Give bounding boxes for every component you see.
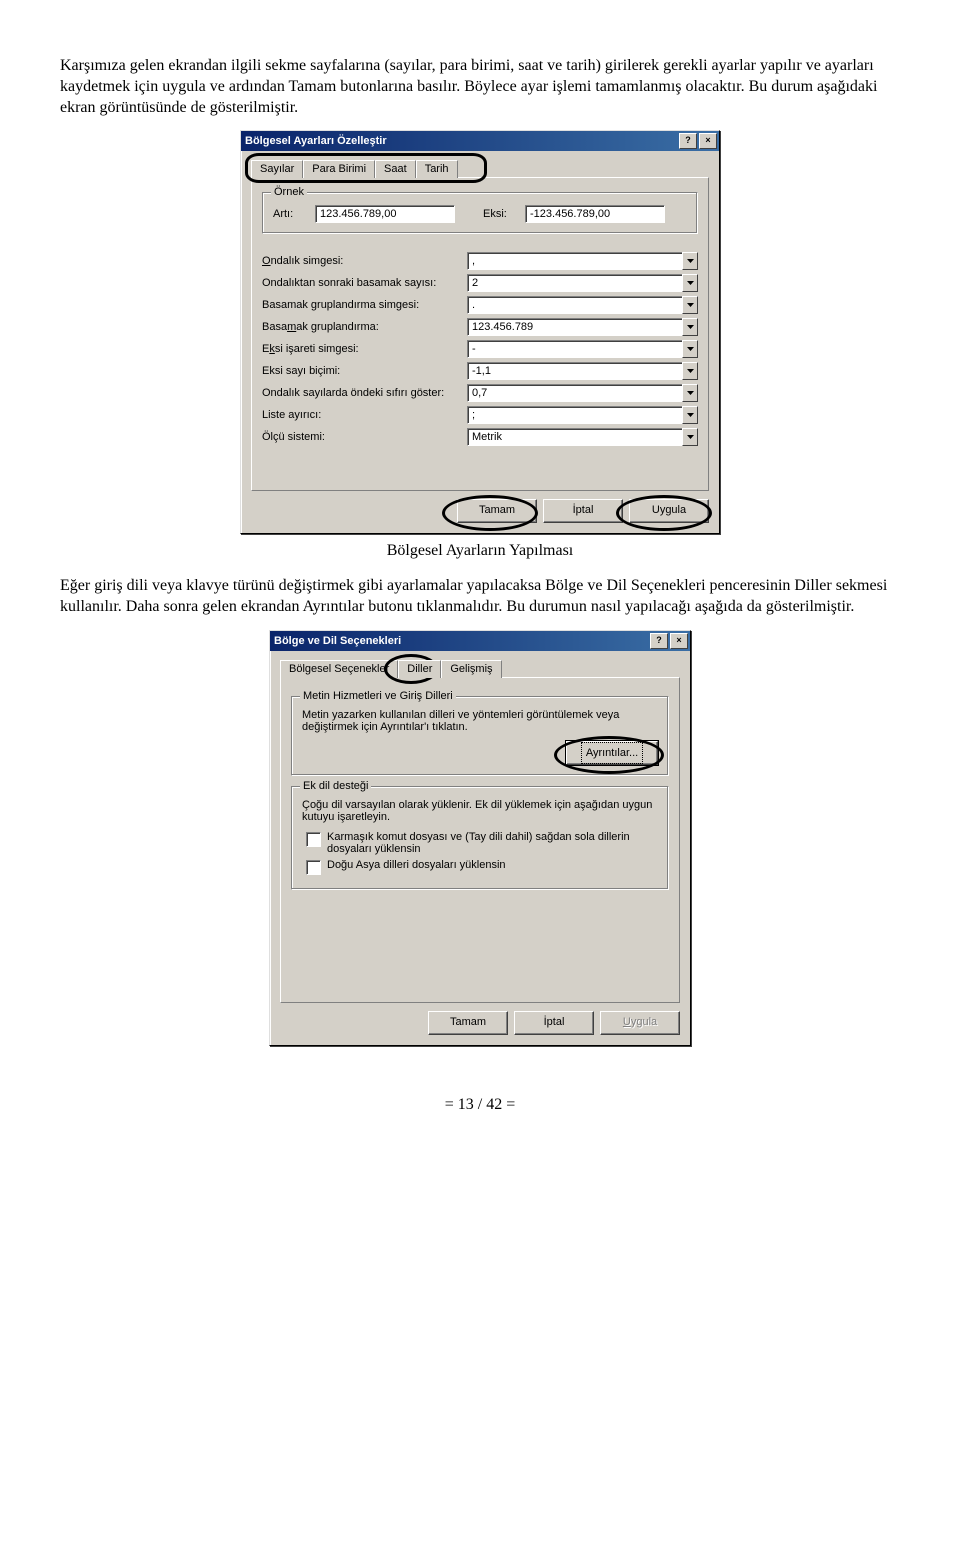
chevron-down-icon[interactable] (682, 340, 698, 358)
list-separator-label: Liste ayırıcı: (262, 409, 467, 421)
decimal-symbol-label: Ondalık simgesi: (262, 255, 467, 267)
grouping-symbol-combo[interactable]: . (467, 296, 698, 314)
tab-advanced[interactable]: Gelişmiş (441, 660, 501, 678)
ok-button[interactable]: Tamam (457, 499, 537, 523)
cancel-button[interactable]: İptal (514, 1011, 594, 1035)
digit-grouping-label: Basamak gruplandırma: (262, 321, 467, 333)
additional-lang-title: Ek dil desteği (300, 780, 371, 792)
additional-lang-desc: Çoğu dil varsayılan olarak yüklenir. Ek … (302, 799, 658, 823)
negative-sample: -123.456.789,00 (525, 205, 665, 223)
complex-script-label: Karmaşık komut dosyası ve (Tay dili dahi… (327, 831, 658, 855)
help-icon[interactable]: ? (679, 133, 697, 149)
negative-label: Eksi: (483, 208, 519, 220)
chevron-down-icon[interactable] (682, 428, 698, 446)
negative-format-combo[interactable]: -1,1 (467, 362, 698, 380)
decimal-digits-combo[interactable]: 2 (467, 274, 698, 292)
tab-strip: Bölgesel Seçenekler Diller Gelişmiş (280, 660, 680, 678)
intro-paragraph-1: Karşımıza gelen ekrandan ilgili sekme sa… (60, 56, 900, 118)
chevron-down-icon[interactable] (682, 406, 698, 424)
positive-label: Artı: (273, 208, 309, 220)
text-services-group: Metin Hizmetleri ve Giriş Dilleri Metin … (291, 696, 669, 776)
tab-date[interactable]: Tarih (416, 160, 458, 178)
positive-sample: 123.456.789,00 (315, 205, 455, 223)
region-language-dialog: Bölge ve Dil Seçenekleri ? × Bölgesel Se… (269, 630, 691, 1046)
figure-caption-1: Bölgesel Ayarların Yapılması (60, 542, 900, 560)
chevron-down-icon[interactable] (682, 362, 698, 380)
chevron-down-icon[interactable] (682, 252, 698, 270)
grouping-symbol-label: Basamak gruplandırma simgesi: (262, 299, 467, 311)
negative-format-label: Eksi sayı biçimi: (262, 365, 467, 377)
tab-regional-options[interactable]: Bölgesel Seçenekler (280, 660, 398, 678)
tab-currency[interactable]: Para Birimi (303, 160, 375, 178)
page-footer: = 13 / 42 = (60, 1096, 900, 1114)
complex-script-checkbox-row[interactable]: Karmaşık komut dosyası ve (Tay dili dahi… (306, 831, 658, 855)
negative-sign-label: Eksi işareti simgesi: (262, 343, 467, 355)
decimal-digits-label: Ondalıktan sonraki basamak sayısı: (262, 277, 467, 289)
ok-button[interactable]: Tamam (428, 1011, 508, 1035)
regional-customize-dialog: Bölgesel Ayarları Özelleştir ? × Sayılar… (240, 130, 720, 534)
digit-grouping-combo[interactable]: 123.456.789 (467, 318, 698, 336)
tab-strip: Sayılar Para Birimi Saat Tarih (251, 160, 709, 178)
measurement-label: Ölçü sistemi: (262, 431, 467, 443)
chevron-down-icon[interactable] (682, 384, 698, 402)
help-icon[interactable]: ? (650, 633, 668, 649)
chevron-down-icon[interactable] (682, 274, 698, 292)
tab-languages[interactable]: Diller (398, 660, 441, 678)
leading-zero-label: Ondalık sayılarda öndeki sıfırı göster: (262, 387, 467, 399)
text-services-desc: Metin yazarken kullanılan dilleri ve yön… (302, 709, 658, 733)
east-asian-checkbox-row[interactable]: Doğu Asya dilleri dosyaları yüklensin (306, 859, 658, 875)
tab-time[interactable]: Saat (375, 160, 416, 178)
text-services-title: Metin Hizmetleri ve Giriş Dilleri (300, 690, 456, 702)
negative-sign-combo[interactable]: - (467, 340, 698, 358)
sample-group: Örnek Artı: 123.456.789,00 Eksi: -123.45… (262, 192, 698, 234)
apply-button[interactable]: Uygula (600, 1011, 680, 1035)
close-icon[interactable]: × (670, 633, 688, 649)
intro-paragraph-2: Eğer giriş dili veya klavye türünü değiş… (60, 576, 900, 618)
chevron-down-icon[interactable] (682, 296, 698, 314)
list-separator-combo[interactable]: ; (467, 406, 698, 424)
sample-group-title: Örnek (271, 186, 307, 198)
chevron-down-icon[interactable] (682, 318, 698, 336)
decimal-symbol-combo[interactable]: , (467, 252, 698, 270)
checkbox-icon[interactable] (306, 832, 321, 847)
checkbox-icon[interactable] (306, 860, 321, 875)
tab-panel-languages: Metin Hizmetleri ve Giriş Dilleri Metin … (280, 677, 680, 1003)
east-asian-label: Doğu Asya dilleri dosyaları yüklensin (327, 859, 658, 871)
leading-zero-combo[interactable]: 0,7 (467, 384, 698, 402)
titlebar[interactable]: Bölge ve Dil Seçenekleri ? × (270, 631, 690, 651)
additional-lang-group: Ek dil desteği Çoğu dil varsayılan olara… (291, 786, 669, 890)
titlebar[interactable]: Bölgesel Ayarları Özelleştir ? × (241, 131, 719, 151)
cancel-button[interactable]: İptal (543, 499, 623, 523)
titlebar-text: Bölge ve Dil Seçenekleri (274, 635, 401, 647)
details-button[interactable]: Ayrıntılar... (566, 741, 658, 765)
apply-button[interactable]: Uygula (629, 499, 709, 523)
measurement-combo[interactable]: Metrik (467, 428, 698, 446)
tab-panel-numbers: Örnek Artı: 123.456.789,00 Eksi: -123.45… (251, 177, 709, 491)
titlebar-text: Bölgesel Ayarları Özelleştir (245, 135, 387, 147)
close-icon[interactable]: × (699, 133, 717, 149)
tab-numbers[interactable]: Sayılar (251, 160, 303, 178)
